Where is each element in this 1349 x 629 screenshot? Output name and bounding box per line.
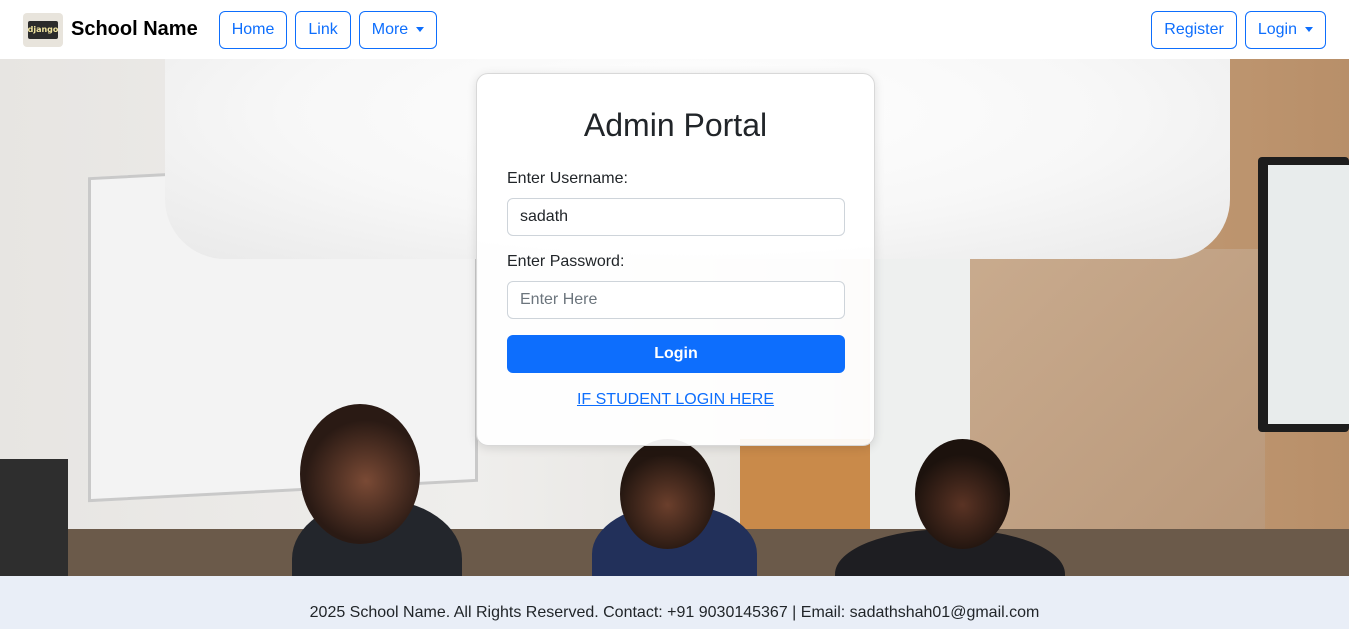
brand[interactable]: django School Name — [23, 12, 198, 47]
footer: 2025 School Name. All Rights Reserved. C… — [0, 576, 1349, 629]
student-login-link[interactable]: IF STUDENT LOGIN HERE — [507, 391, 844, 409]
nav-right: Register Login — [1151, 10, 1326, 49]
wall-tv — [1258, 157, 1349, 432]
nav-home-button[interactable]: Home — [218, 10, 288, 49]
login-title: Admin Portal — [583, 107, 768, 143]
caret-down-icon — [416, 27, 425, 32]
nav-register-button[interactable]: Register — [1151, 10, 1237, 49]
password-input[interactable] — [507, 281, 845, 319]
password-label: Enter Password: — [507, 253, 625, 270]
login-card: Admin Portal Enter Username: Enter Passw… — [476, 73, 875, 446]
nav-link-button[interactable]: Link — [295, 10, 351, 49]
login-submit-button[interactable]: Login — [507, 335, 845, 373]
brand-logo-icon: django — [23, 12, 63, 47]
brand-name: School Name — [71, 18, 198, 40]
username-label: Enter Username: — [507, 170, 628, 187]
navbar: django School Name Home Link More Regist… — [0, 0, 1349, 59]
cabinet — [0, 459, 68, 576]
person-1-head — [300, 404, 420, 544]
person-2-head — [620, 439, 715, 549]
nav-more-dropdown[interactable]: More — [358, 10, 438, 49]
logo-text: django — [28, 20, 58, 39]
nav-login-label: Login — [1257, 20, 1297, 38]
footer-text: 2025 School Name. All Rights Reserved. C… — [309, 603, 1040, 621]
nav-login-dropdown[interactable]: Login — [1244, 10, 1326, 49]
caret-down-icon — [1305, 27, 1313, 32]
wood-panel-wall — [965, 249, 1265, 576]
person-3-head — [915, 439, 1010, 549]
username-input[interactable] — [507, 198, 845, 236]
nav-more-label: More — [371, 20, 409, 38]
